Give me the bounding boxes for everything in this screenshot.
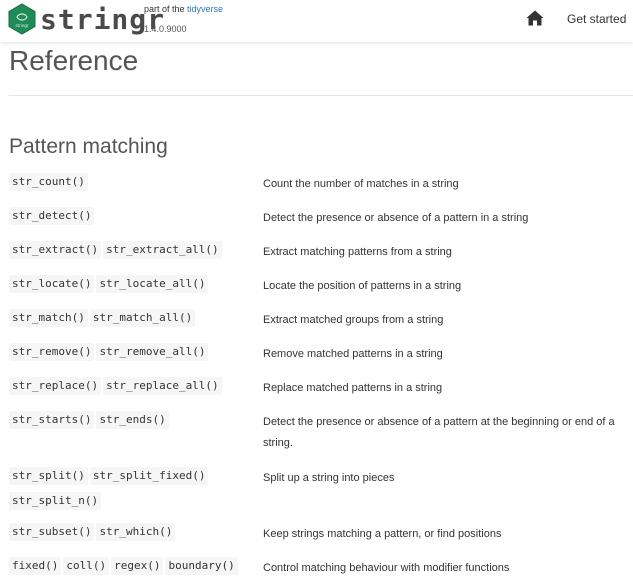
function-link[interactable]: str_extract_all() <box>103 241 222 259</box>
function-link[interactable]: boundary() <box>165 557 238 575</box>
function-description: Extract matching patterns from a string <box>263 246 452 258</box>
function-link[interactable]: str_which() <box>96 523 176 541</box>
home-icon[interactable] <box>526 10 544 26</box>
function-link[interactable]: str_match() <box>9 309 88 327</box>
function-link[interactable]: str_locate() <box>9 275 95 293</box>
function-description: Replace matched patterns in a string <box>263 382 443 394</box>
function-description: Keep strings matching a pattern, or find… <box>263 528 502 540</box>
function-link[interactable]: str_split_n() <box>9 492 102 510</box>
function-link[interactable]: str_replace_all() <box>103 377 222 395</box>
function-list: str_locate() str_locate_all() <box>9 274 254 299</box>
section-title: Pattern matching <box>9 135 168 158</box>
function-link[interactable]: str_replace() <box>9 377 102 395</box>
function-list: str_match() str_match_all() <box>9 308 254 333</box>
function-link[interactable]: str_split() <box>9 467 88 485</box>
tagline: part of the tidyverse <box>144 4 223 14</box>
function-list: str_detect() <box>9 206 254 231</box>
function-list: str_subset() str_which() <box>9 522 254 547</box>
page-title: Reference <box>9 45 139 76</box>
function-link[interactable]: str_match_all() <box>89 309 196 327</box>
function-description: Detect the presence or absence of a patt… <box>263 416 615 449</box>
function-description: Count the number of matches in a string <box>263 178 459 190</box>
function-description: Locate the position of patterns in a str… <box>263 280 462 292</box>
function-link[interactable]: str_remove_all() <box>96 343 209 361</box>
function-link[interactable]: str_extract() <box>9 241 102 259</box>
function-link[interactable]: str_remove() <box>9 343 95 361</box>
version-label: 1.4.0.9000 <box>144 24 187 34</box>
function-list: str_replace() str_replace_all() <box>9 376 254 401</box>
function-list: str_count() <box>9 172 254 197</box>
function-link[interactable]: coll() <box>63 557 110 575</box>
nav-get-started-link[interactable]: Get started <box>567 12 626 26</box>
title-divider <box>9 95 633 96</box>
function-link[interactable]: str_subset() <box>9 523 95 541</box>
function-link[interactable]: str_starts() <box>9 411 95 429</box>
function-description: Control matching behaviour with modifier… <box>263 562 510 574</box>
function-description: Extract matched groups from a string <box>263 314 444 326</box>
function-link[interactable]: str_split_fixed() <box>89 467 209 485</box>
function-list: str_remove() str_remove_all() <box>9 342 254 367</box>
function-description: Split up a string into pieces <box>263 472 395 484</box>
function-list: str_starts() str_ends() <box>9 410 254 435</box>
stringr-logo-icon[interactable]: stringr <box>7 3 37 35</box>
svg-text:stringr: stringr <box>15 23 28 28</box>
navbar: stringr stringr part of the tidyverse 1.… <box>0 0 633 42</box>
function-description: Detect the presence or absence of a patt… <box>263 212 529 224</box>
function-list: str_split() str_split_fixed() str_split_n(… <box>9 466 254 516</box>
function-list: fixed() coll() regex() boundary() <box>9 556 254 581</box>
tagline-prefix: part of the <box>144 4 188 14</box>
function-list: str_extract() str_extract_all() <box>9 240 254 265</box>
function-link[interactable]: fixed() <box>9 557 62 575</box>
function-link[interactable]: str_detect() <box>9 207 95 225</box>
function-description: Remove matched patterns in a string <box>263 348 443 360</box>
function-link[interactable]: str_ends() <box>96 411 169 429</box>
function-link[interactable]: str_locate_all() <box>96 275 209 293</box>
tidyverse-link[interactable]: tidyverse <box>187 4 223 14</box>
function-link[interactable]: str_count() <box>9 173 88 191</box>
function-link[interactable]: regex() <box>111 557 164 575</box>
